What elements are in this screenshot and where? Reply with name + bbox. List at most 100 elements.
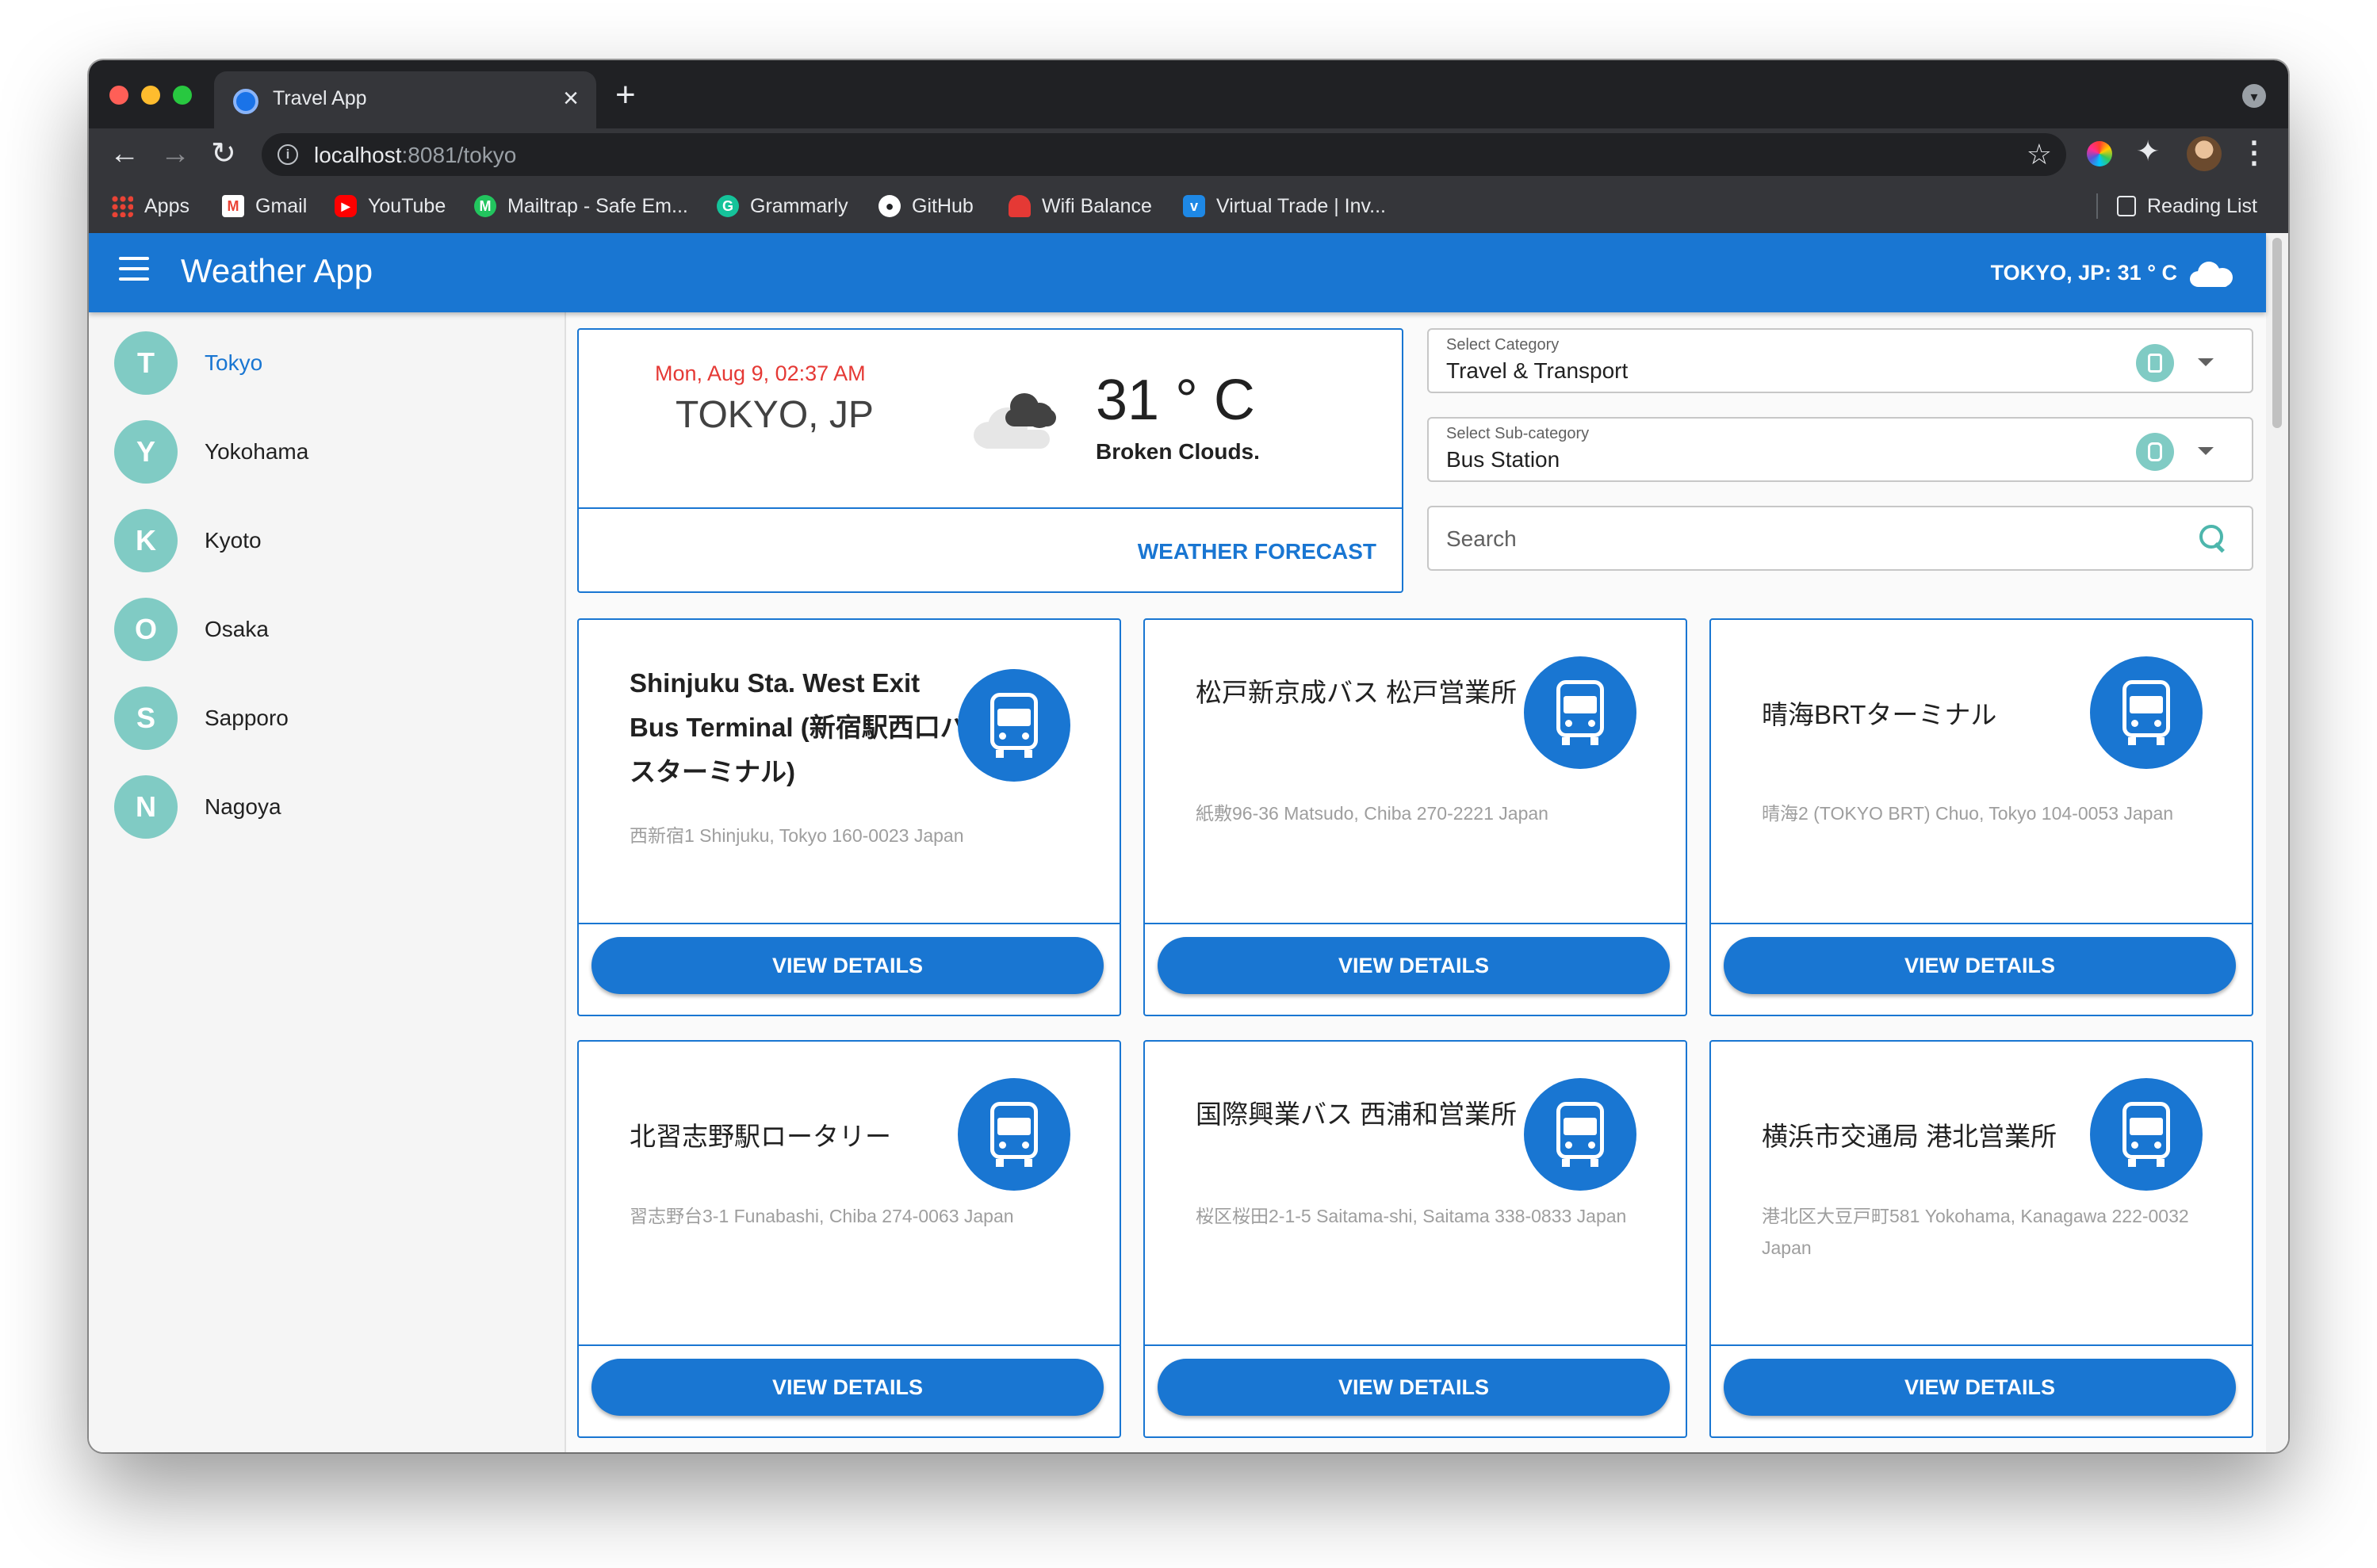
city-name: Osaka: [205, 617, 269, 641]
menu-icon[interactable]: [119, 257, 149, 287]
place-name: Shinjuku Sta. West Exit Bus Terminal (新宿…: [630, 668, 966, 786]
view-details-button[interactable]: VIEW DETAILS: [1158, 937, 1670, 994]
grammarly-icon: G: [717, 195, 739, 217]
dropdown-arrow-icon[interactable]: [2198, 358, 2214, 366]
divider: [579, 1344, 1120, 1346]
browser-tab[interactable]: Travel App ×: [214, 71, 596, 128]
broken-clouds-icon: [970, 387, 1066, 450]
sidebar-item-tokyo[interactable]: T Tokyo: [114, 330, 542, 396]
avatar: N: [114, 775, 178, 839]
sidebar-item-kyoto[interactable]: K Kyoto: [114, 507, 542, 574]
bookmark-label: Virtual Trade | Inv...: [1216, 194, 1387, 217]
place-card: 国際興業バス 西浦和営業所 桜区桜田2-1-5 Saitama-shi, Sai…: [1143, 1040, 1687, 1438]
divider: [579, 507, 1402, 509]
minimize-window-button[interactable]: [141, 86, 160, 105]
back-button[interactable]: ←: [109, 136, 140, 171]
dropdown-arrow-icon[interactable]: [2198, 447, 2214, 455]
bus-icon: [958, 669, 1070, 782]
bookmark-wifi-balance[interactable]: Wifi Balance: [1009, 192, 1152, 220]
category-select[interactable]: Select Category Travel & Transport: [1427, 328, 2253, 393]
header-weather-summary: TOKYO, JP: 31 ° C: [1991, 258, 2234, 287]
reading-list-button[interactable]: Reading List: [2117, 192, 2257, 220]
bus-icon: [2090, 1078, 2203, 1191]
apps-grid-icon: [111, 195, 133, 217]
view-details-button[interactable]: VIEW DETAILS: [591, 1359, 1104, 1416]
place-card: Shinjuku Sta. West Exit Bus Terminal (新宿…: [577, 618, 1121, 1016]
url-text[interactable]: localhost:8081/tokyo: [314, 143, 516, 168]
bookmark-youtube[interactable]: ▶ YouTube: [335, 192, 446, 220]
city-name: Yokohama: [205, 439, 309, 464]
sidebar-item-yokohama[interactable]: Y Yokohama: [114, 419, 542, 485]
site-info-icon[interactable]: i: [278, 144, 298, 165]
github-icon: ●: [878, 195, 901, 217]
city-name: Kyoto: [205, 528, 262, 553]
bookmark-star-icon[interactable]: ☆: [2027, 138, 2052, 171]
forward-button[interactable]: →: [160, 136, 190, 171]
view-details-button[interactable]: VIEW DETAILS: [1158, 1359, 1670, 1416]
divider: [1145, 923, 1686, 924]
bookmark-label: Gmail: [255, 194, 308, 217]
bus-icon: [2090, 656, 2203, 769]
browser-toolbar: ← → ↻ i localhost:8081/tokyo ☆ ✦ ⋮: [89, 128, 2288, 181]
search-input[interactable]: Search: [1427, 506, 2253, 571]
search-placeholder: Search: [1446, 526, 1517, 551]
place-card: 横浜市交通局 港北営業所 港北区大豆戸町581 Yokohama, Kanaga…: [1709, 1040, 2253, 1438]
scrollbar-thumb[interactable]: [2272, 238, 2282, 428]
weather-description: Broken Clouds.: [1096, 439, 1260, 464]
new-tab-button[interactable]: +: [615, 78, 636, 113]
bookmark-label: Mailtrap - Safe Em...: [507, 194, 688, 217]
place-name: 晴海BRTターミナル: [1762, 700, 1997, 729]
reading-list-icon: [2117, 196, 2136, 216]
place-address: 晴海2 (TOKYO BRT) Chuo, Tokyo 104-0053 Jap…: [1762, 803, 2174, 824]
view-details-button[interactable]: VIEW DETAILS: [1724, 937, 2236, 994]
reading-list-label: Reading List: [2147, 194, 2257, 217]
reload-button[interactable]: ↻: [211, 136, 236, 171]
sidebar-item-nagoya[interactable]: N Nagoya: [114, 774, 542, 840]
subcategory-value: Bus Station: [1446, 447, 1560, 472]
divider: [1145, 1344, 1686, 1346]
divider: [1711, 923, 2252, 924]
bookmark-grammarly[interactable]: G Grammarly: [717, 192, 848, 220]
extensions-puzzle-icon[interactable]: ✦: [2136, 135, 2160, 168]
mailtrap-icon: M: [474, 195, 496, 217]
weather-forecast-link[interactable]: WEATHER FORECAST: [1138, 539, 1376, 564]
bookmark-virtual-trade[interactable]: v Virtual Trade | Inv...: [1183, 192, 1386, 220]
luggage-icon: [2136, 344, 2174, 382]
subcategory-label: Select Sub-category: [1446, 425, 1590, 442]
search-icon[interactable]: [2196, 522, 2231, 556]
bookmarks-bar: Apps M Gmail ▶ YouTube M Mailtrap - Safe Em…: [89, 181, 2288, 233]
bookmark-label: Wifi Balance: [1042, 194, 1152, 217]
tab-search-icon[interactable]: ▾: [2242, 84, 2266, 108]
maximize-window-button[interactable]: [173, 86, 192, 105]
bookmark-label: YouTube: [368, 194, 446, 217]
category-value: Travel & Transport: [1446, 358, 1629, 383]
profile-avatar[interactable]: [2187, 136, 2222, 171]
color-extension-icon[interactable]: [2087, 141, 2112, 166]
close-window-button[interactable]: [109, 86, 128, 105]
subcategory-select[interactable]: Select Sub-category Bus Station: [1427, 417, 2253, 482]
bookmark-mailtrap[interactable]: M Mailtrap - Safe Em...: [474, 192, 688, 220]
temperature: 31 ° C: [1096, 369, 1255, 432]
place-address: 西新宿1 Shinjuku, Tokyo 160-0023 Japan: [630, 825, 964, 846]
tab-favicon-icon: [233, 89, 258, 114]
tab-close-icon[interactable]: ×: [563, 82, 579, 114]
bookmark-github[interactable]: ● GitHub: [878, 192, 974, 220]
bus-icon: [1524, 656, 1636, 769]
sidebar-item-osaka[interactable]: O Osaka: [114, 596, 542, 663]
bookmark-gmail[interactable]: M Gmail: [222, 192, 307, 220]
place-address: 習志野台3-1 Funabashi, Chiba 274-0063 Japan: [630, 1206, 1014, 1226]
tab-strip: Travel App × + ▾: [89, 60, 2288, 128]
avatar: Y: [114, 420, 178, 484]
view-details-button[interactable]: VIEW DETAILS: [591, 937, 1104, 994]
bookmark-apps[interactable]: Apps: [111, 192, 189, 220]
place-name: 横浜市交通局 港北営業所: [1762, 1122, 2057, 1151]
view-details-button[interactable]: VIEW DETAILS: [1724, 1359, 2236, 1416]
sidebar-item-sapporo[interactable]: S Sapporo: [114, 685, 542, 751]
browser-window: Travel App × + ▾ ← → ↻ i localhost:8081/…: [89, 60, 2288, 1452]
divider: [579, 923, 1120, 924]
place-name: 松戸新京成バス 松戸営業所: [1196, 678, 1518, 707]
browser-menu-icon[interactable]: ⋮: [2239, 135, 2269, 170]
page-scrollbar[interactable]: [2266, 233, 2288, 1452]
address-bar[interactable]: i localhost:8081/tokyo ☆: [262, 133, 2066, 176]
avatar: K: [114, 509, 178, 572]
